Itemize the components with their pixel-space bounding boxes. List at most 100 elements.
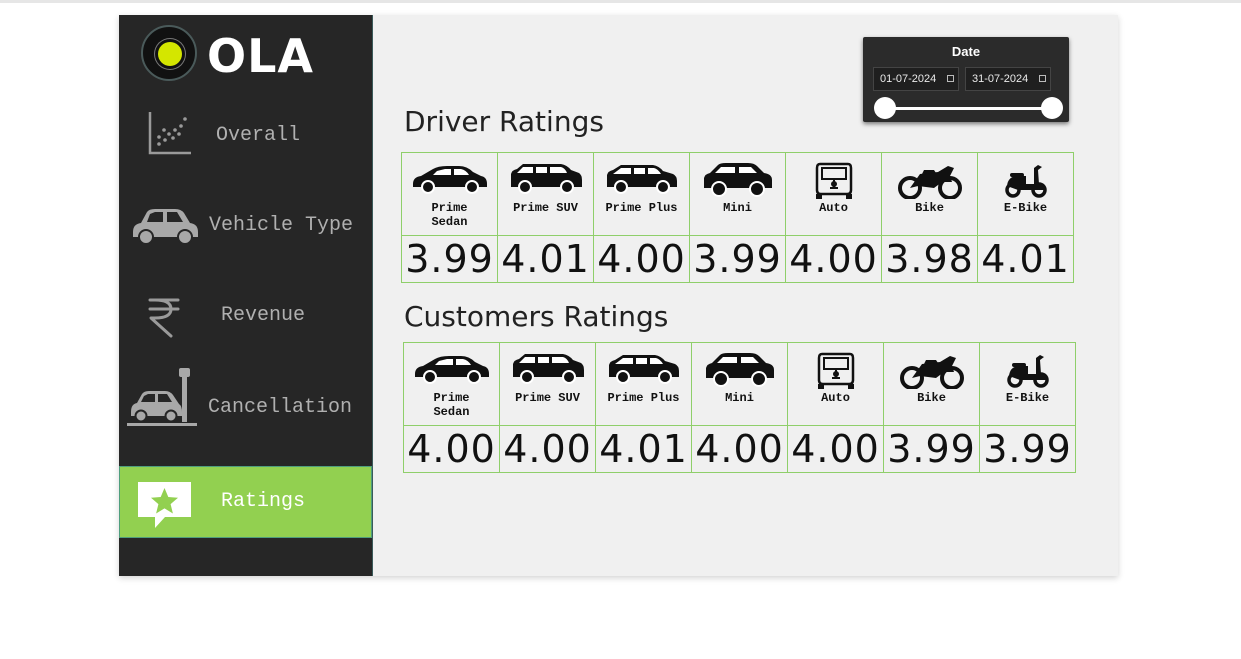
scatter-chart-icon [148,112,191,155]
nav-item-cancellation[interactable]: Cancellation [119,368,372,442]
vehicle-icon-row: Prime Sedan Prime SUV Prime Plus Mini Auto Bik… [401,152,1074,236]
date-slicer-title: Date [951,44,981,59]
rating-value: 4.00 [407,427,496,471]
vehicle-cell-bike: Bike [883,342,980,426]
ola-logo-text: OLA [207,29,315,83]
rating-cell-auto: 4.00 [787,425,884,473]
nav-label-cancellation: Cancellation [208,396,353,419]
rating-value: 4.00 [791,427,880,471]
customer-ratings-table: Prime Sedan Prime SUV Prime Plus Mini Auto Bik… [403,342,1076,473]
vehicle-cell-prime-suv: Prime SUV [499,342,596,426]
rating-value: 3.99 [983,427,1072,471]
vehicle-label: E-Bike [1003,201,1048,215]
motorbike-icon [897,166,962,199]
car-crash-icon [127,368,197,426]
auto-rickshaw-icon [815,162,852,199]
mini-car-icon [705,353,774,387]
vehicle-label: Mini [723,201,752,215]
end-date-input[interactable]: 31-07-2024 [965,67,1051,91]
nav-label-overall: Overall [216,124,301,147]
rating-value: 4.01 [599,427,688,471]
nav-label-vehicle-type: Vehicle Type [209,214,354,237]
rating-cell-prime-suv: 4.00 [499,425,596,473]
rating-cell-prime-sedan: 3.99 [401,235,498,283]
driver-ratings-title: Driver Ratings [404,105,604,138]
date-slicer[interactable]: Date 01-07-2024 31-07-2024 [863,37,1069,122]
vehicle-cell-prime-sedan: Prime Sedan [401,152,498,236]
rating-value: 4.00 [695,427,784,471]
vehicle-label: Bike [915,201,944,215]
vehicle-label: E-Bike [1005,391,1050,405]
rating-value: 4.01 [501,237,590,281]
vehicle-cell-bike: Bike [881,152,978,236]
mini-car-icon [703,163,772,197]
rating-cell-auto: 4.00 [785,235,882,283]
report-page: OLA Overall Vehicle Type Revenue Cancell… [119,15,1118,576]
rating-value-row: 3.99 4.01 4.00 3.99 4.00 3.98 4.01 [401,235,1074,283]
vehicle-cell-prime-sedan: Prime Sedan [403,342,500,426]
vehicle-label: Prime Sedan [433,391,470,419]
rating-cell-prime-sedan: 4.00 [403,425,500,473]
date-range-end-handle[interactable] [1041,97,1063,119]
vehicle-label: Prime SUV [515,391,580,405]
star-chat-icon [138,482,191,528]
ola-logo-icon [141,25,197,81]
rating-cell-prime-suv: 4.01 [497,235,594,283]
nav-label-ratings: Ratings [221,490,306,513]
rating-cell-bike: 3.98 [881,235,978,283]
rating-value: 3.99 [405,237,494,281]
rating-cell-bike: 3.99 [883,425,980,473]
nav-label-revenue: Revenue [221,304,306,327]
vehicle-label: Prime Plus [607,391,680,405]
vehicle-label: Prime SUV [513,201,578,215]
end-date-value: 31-07-2024 [972,73,1029,85]
vehicle-cell-e-bike: E-Bike [979,342,1076,426]
rating-value: 4.00 [597,237,686,281]
vehicle-icon-row: Prime Sedan Prime SUV Prime Plus Mini Auto Bik… [403,342,1076,426]
vehicle-cell-prime-plus: Prime Plus [593,152,690,236]
nav-item-revenue[interactable]: Revenue [119,278,372,350]
vehicle-label: Auto [819,201,848,215]
vehicle-cell-e-bike: E-Bike [977,152,1074,236]
top-border [0,0,1241,3]
rating-value: 3.99 [887,427,976,471]
calendar-icon[interactable] [1039,75,1046,82]
start-date-value: 01-07-2024 [880,73,937,85]
car-icon [133,209,198,245]
rating-cell-e-bike: 4.01 [977,235,1074,283]
rating-value: 3.98 [885,237,974,281]
start-date-input[interactable]: 01-07-2024 [873,67,959,91]
hatchback-icon [606,165,677,194]
rupee-icon [148,298,180,338]
ola-logo: OLA [141,25,321,85]
suv-icon [510,164,582,194]
nav-item-ratings[interactable]: Ratings [119,466,372,538]
date-range-start-handle[interactable] [874,97,896,119]
rating-cell-prime-plus: 4.00 [593,235,690,283]
nav-item-overall[interactable]: Overall [119,98,372,170]
rating-value: 3.99 [693,237,782,281]
scooter-icon [1004,165,1047,198]
scooter-icon [1006,355,1049,388]
rating-cell-mini: 3.99 [689,235,786,283]
rating-cell-mini: 4.00 [691,425,788,473]
date-range-track[interactable] [885,107,1051,110]
vehicle-label: Prime Plus [605,201,678,215]
vehicle-label: Mini [725,391,754,405]
rating-value: 4.00 [789,237,878,281]
vehicle-cell-auto: Auto [785,152,882,236]
vehicle-cell-prime-plus: Prime Plus [595,342,692,426]
vehicle-cell-mini: Mini [689,152,786,236]
sidebar: OLA Overall Vehicle Type Revenue Cancell… [119,15,373,576]
nav-item-vehicle-type[interactable]: Vehicle Type [119,188,372,260]
rating-cell-prime-plus: 4.01 [595,425,692,473]
customer-ratings-title: Customers Ratings [404,300,669,333]
sedan-icon [412,166,487,194]
calendar-icon[interactable] [947,75,954,82]
vehicle-cell-mini: Mini [691,342,788,426]
vehicle-label: Auto [821,391,850,405]
vehicle-label: Bike [917,391,946,405]
sedan-icon [414,356,489,384]
hatchback-icon [608,355,679,384]
rating-value: 4.01 [981,237,1070,281]
